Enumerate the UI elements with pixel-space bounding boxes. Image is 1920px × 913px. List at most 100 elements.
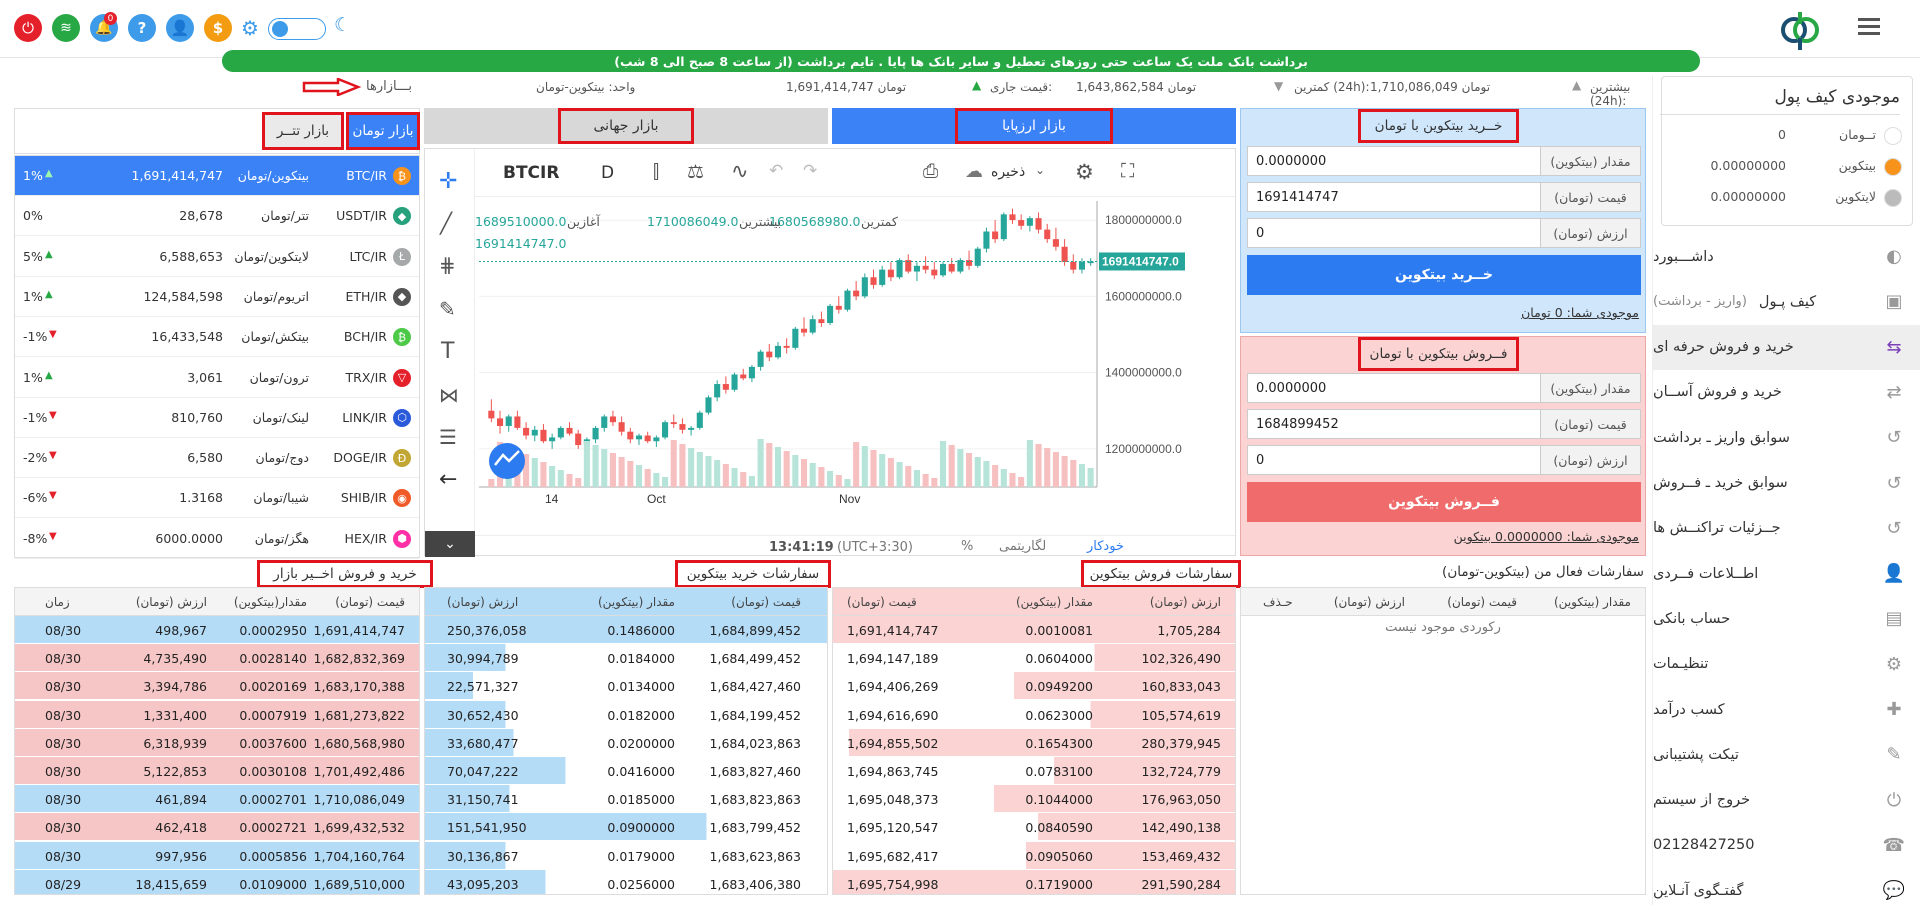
buy-button[interactable]: خــرید بیتکوین xyxy=(1247,255,1641,295)
sidebar-item[interactable]: ⇄ خرید و فروش آســان xyxy=(1653,370,1920,415)
menu-icon[interactable] xyxy=(1858,18,1880,36)
column-header[interactable]: قیمت (تومان) xyxy=(1447,595,1517,609)
back-arrow-icon[interactable]: ← xyxy=(439,467,457,492)
table-row[interactable]: 1,683,827,460 0.0416000 70,047,222 xyxy=(425,757,827,785)
indicators-icon[interactable]: ⚖ xyxy=(687,161,704,183)
interval-button[interactable]: D xyxy=(601,163,614,183)
table-row[interactable]: 1,681,273,822 0.0007919 1,331,400 08/30 xyxy=(15,700,419,729)
sell-amount-field[interactable]: 0.0000000 مقدار (بیتکوین) xyxy=(1247,373,1641,403)
column-header[interactable]: ارزش (تومان) xyxy=(1334,595,1405,609)
sell-value-field[interactable]: 0 ارزش (تومان) xyxy=(1247,445,1641,475)
table-row[interactable]: 102,326,490 0.0604000 1,694,147,189 xyxy=(833,644,1235,673)
fib-icon[interactable]: ⋕ xyxy=(439,253,456,277)
table-row[interactable]: 1,699,432,532 0.0002721 462,418 08/30 xyxy=(15,813,419,842)
table-row[interactable]: 1,684,023,863 0.0200000 33,680,477 xyxy=(425,728,827,757)
sell-button[interactable]: فــروش بیتکوین xyxy=(1247,482,1641,522)
market-row[interactable]: ◆ ETH/IR اتریوم/تومان 124,584,598 1% ▲ xyxy=(15,277,419,317)
table-row[interactable]: 1,683,406,380 0.0256000 43,095,203 xyxy=(425,869,827,894)
table-row[interactable]: 1,689,510,000 0.0109000 18,415,659 08/29 xyxy=(15,869,419,894)
table-row[interactable]: 1,684,427,460 0.0134000 22,571,327 xyxy=(425,672,827,701)
table-row[interactable]: 105,574,619 0.0623000 1,694,616,690 xyxy=(833,700,1235,729)
help-icon[interactable]: ? xyxy=(128,14,156,42)
table-row[interactable]: 1,684,899,452 0.1486000 250,376,058 xyxy=(425,616,827,644)
save-button[interactable]: ذخیره xyxy=(991,164,1025,180)
table-row[interactable]: 1,704,160,764 0.0005856 997,956 08/30 xyxy=(15,841,419,870)
buy-amount-field[interactable]: 0.0000000 مقدار (بیتکوین) xyxy=(1247,146,1641,176)
dollar-icon[interactable]: $ xyxy=(204,14,232,42)
table-row[interactable]: 1,683,623,863 0.0179000 30,136,867 xyxy=(425,841,827,870)
sidebar-item[interactable]: ☎ 02128427250 xyxy=(1653,823,1920,868)
market-row[interactable]: ⬢ HEX/IR هگز/تومان 6000.0000 -8% ▼ xyxy=(15,519,419,559)
chart-timezone[interactable]: (UTC+3:30) xyxy=(837,540,913,555)
column-header[interactable]: ارزش (تومان) xyxy=(136,595,207,609)
text-icon[interactable]: T xyxy=(441,339,454,364)
measure-icon[interactable]: ☰ xyxy=(439,425,457,449)
column-header[interactable]: ارزش (تومان) xyxy=(1150,595,1221,609)
column-header[interactable]: مقدار (بیتکوین) xyxy=(1016,595,1093,609)
chevron-down-icon[interactable]: ⌄ xyxy=(1035,163,1045,177)
table-row[interactable]: 176,963,050 0.1044000 1,695,048,373 xyxy=(833,785,1235,814)
sidebar-item[interactable]: ↺ جــزئیات تراکنــش ها xyxy=(1653,506,1920,551)
markets-label[interactable]: بـــازارها xyxy=(366,79,412,94)
column-header[interactable]: قیمت (تومان) xyxy=(731,595,801,609)
candle-type-icon[interactable]: ⫿ xyxy=(653,161,659,183)
sidebar-item[interactable]: ▣ کیف پـول (واریز - برداشت) xyxy=(1653,279,1920,324)
percent-toggle[interactable]: % xyxy=(961,539,973,554)
table-row[interactable]: 132,724,779 0.0783100 1,694,863,745 xyxy=(833,757,1235,785)
sidebar-item[interactable]: ⇆ خرید و فروش حرفه ای xyxy=(1653,324,1920,370)
table-row[interactable]: 1,684,499,452 0.0184000 30,994,789 xyxy=(425,644,827,673)
market-row[interactable]: ▽ TRX/IR ترون/تومان 3,061 1% ▲ xyxy=(15,358,419,398)
sidebar-item[interactable]: ⏻ خروج از سیستم xyxy=(1653,778,1920,823)
sidebar-item[interactable]: ▤ حساب بانکی xyxy=(1653,596,1920,641)
logo[interactable] xyxy=(1778,8,1822,52)
redo-icon[interactable]: ↷ xyxy=(803,161,817,181)
user-icon[interactable]: 👤 xyxy=(166,14,194,42)
price-chart[interactable]: 1800000000.0 1600000000.0 1400000000.0 1200… xyxy=(475,197,1237,537)
gear-icon[interactable]: ⚙ xyxy=(1075,160,1094,184)
market-row[interactable]: ◆ USDT/IR تتر/تومان 28,678 0% xyxy=(15,196,419,237)
table-row[interactable]: 1,705,284 0.0010081 1,691,414,747 xyxy=(833,616,1235,644)
sidebar-item[interactable]: ◐ داشـــبورد xyxy=(1653,234,1920,279)
column-header[interactable]: ارزش (تومان) xyxy=(447,595,518,609)
market-row[interactable]: ◉ SHIB/IR شیبا/تومان 1.3168 -6% ▼ xyxy=(15,478,419,519)
table-row[interactable]: 160,833,043 0.0949200 1,694,406,269 xyxy=(833,672,1235,701)
undo-icon[interactable]: ↶ xyxy=(769,161,783,181)
brush-icon[interactable]: ✎ xyxy=(439,297,456,321)
sidebar-item[interactable]: ↺ سوابق واریز ـ برداشت xyxy=(1653,415,1920,460)
market-row[interactable]: ₿ BCH/IR بیتکش/تومان 16,433,548 -1% ▼ xyxy=(15,317,419,358)
table-row[interactable]: 291,590,284 0.1719000 1,695,754,998 xyxy=(833,869,1235,894)
column-header[interactable]: مقدار(بیتکوین) xyxy=(234,595,307,609)
column-header[interactable]: قیمت (تومان) xyxy=(335,595,405,609)
table-row[interactable]: 142,490,138 0.0840590 1,695,120,547 xyxy=(833,813,1235,842)
crosshair-icon[interactable]: ✛ xyxy=(439,169,457,194)
camera-icon[interactable]: ⎙ xyxy=(923,160,938,182)
chevron-down-icon[interactable]: ⌄ xyxy=(425,531,475,557)
log-toggle[interactable]: لگاریتمی xyxy=(999,539,1046,554)
table-row[interactable]: 1,683,170,388 0.0020169 3,394,786 08/30 xyxy=(15,672,419,701)
column-header[interactable]: زمان xyxy=(45,595,70,609)
table-row[interactable]: 1,683,823,863 0.0185000 31,150,741 xyxy=(425,785,827,814)
table-row[interactable]: 153,469,432 0.0905060 1,695,682,417 xyxy=(833,841,1235,870)
sell-price-field[interactable]: 1684899452 قیمت (تومان) xyxy=(1247,409,1641,439)
cloud-icon[interactable]: ☁ xyxy=(965,161,983,182)
table-row[interactable]: 1,710,086,049 0.0002701 461,894 08/30 xyxy=(15,785,419,814)
table-row[interactable]: 1,691,414,747 0.0002950 498,967 08/30 xyxy=(15,616,419,644)
sidebar-item[interactable]: 👤 اطــلاعات فــردی xyxy=(1653,551,1920,596)
tab-arzpaya[interactable]: بازار ارزپایا xyxy=(832,108,1236,144)
buy-price-field[interactable]: 1691414747 قیمت (تومان) xyxy=(1247,182,1641,212)
market-row[interactable]: ⬡ LINK/IR لینک/تومان 810,760 -1% ▼ xyxy=(15,398,419,438)
buy-value-field[interactable]: 0 ارزش (تومان) xyxy=(1247,218,1641,248)
fullscreen-icon[interactable]: ⛶ xyxy=(1121,160,1134,182)
sidebar-item[interactable]: 💬 گفتـگوی آنـلاین xyxy=(1653,868,1920,913)
market-row[interactable]: ₿ BTC/IR بیتکوین/تومان 1,691,414,747 1% ▲ xyxy=(15,156,419,196)
table-row[interactable]: 280,379,945 0.1654300 1,694,855,502 xyxy=(833,728,1235,757)
market-row[interactable]: Ł LTC/IR لایتکوین/تومان 6,588,653 5% ▲ xyxy=(15,237,419,277)
table-row[interactable]: 1,701,492,486 0.0030108 5,122,853 08/30 xyxy=(15,757,419,785)
theme-toggle[interactable] xyxy=(268,18,326,40)
column-header[interactable]: قیمت (تومان) xyxy=(847,595,917,609)
market-row[interactable]: Ð DOGE/IR دوج/تومان 6,580 -2% ▼ xyxy=(15,438,419,479)
wifi-icon[interactable]: ≋ xyxy=(52,14,80,42)
chart-symbol[interactable]: BTCIR xyxy=(503,163,559,183)
tab-toman-market[interactable]: بازار تومان xyxy=(346,112,420,150)
tab-global[interactable]: بازار جهانی xyxy=(424,108,828,144)
